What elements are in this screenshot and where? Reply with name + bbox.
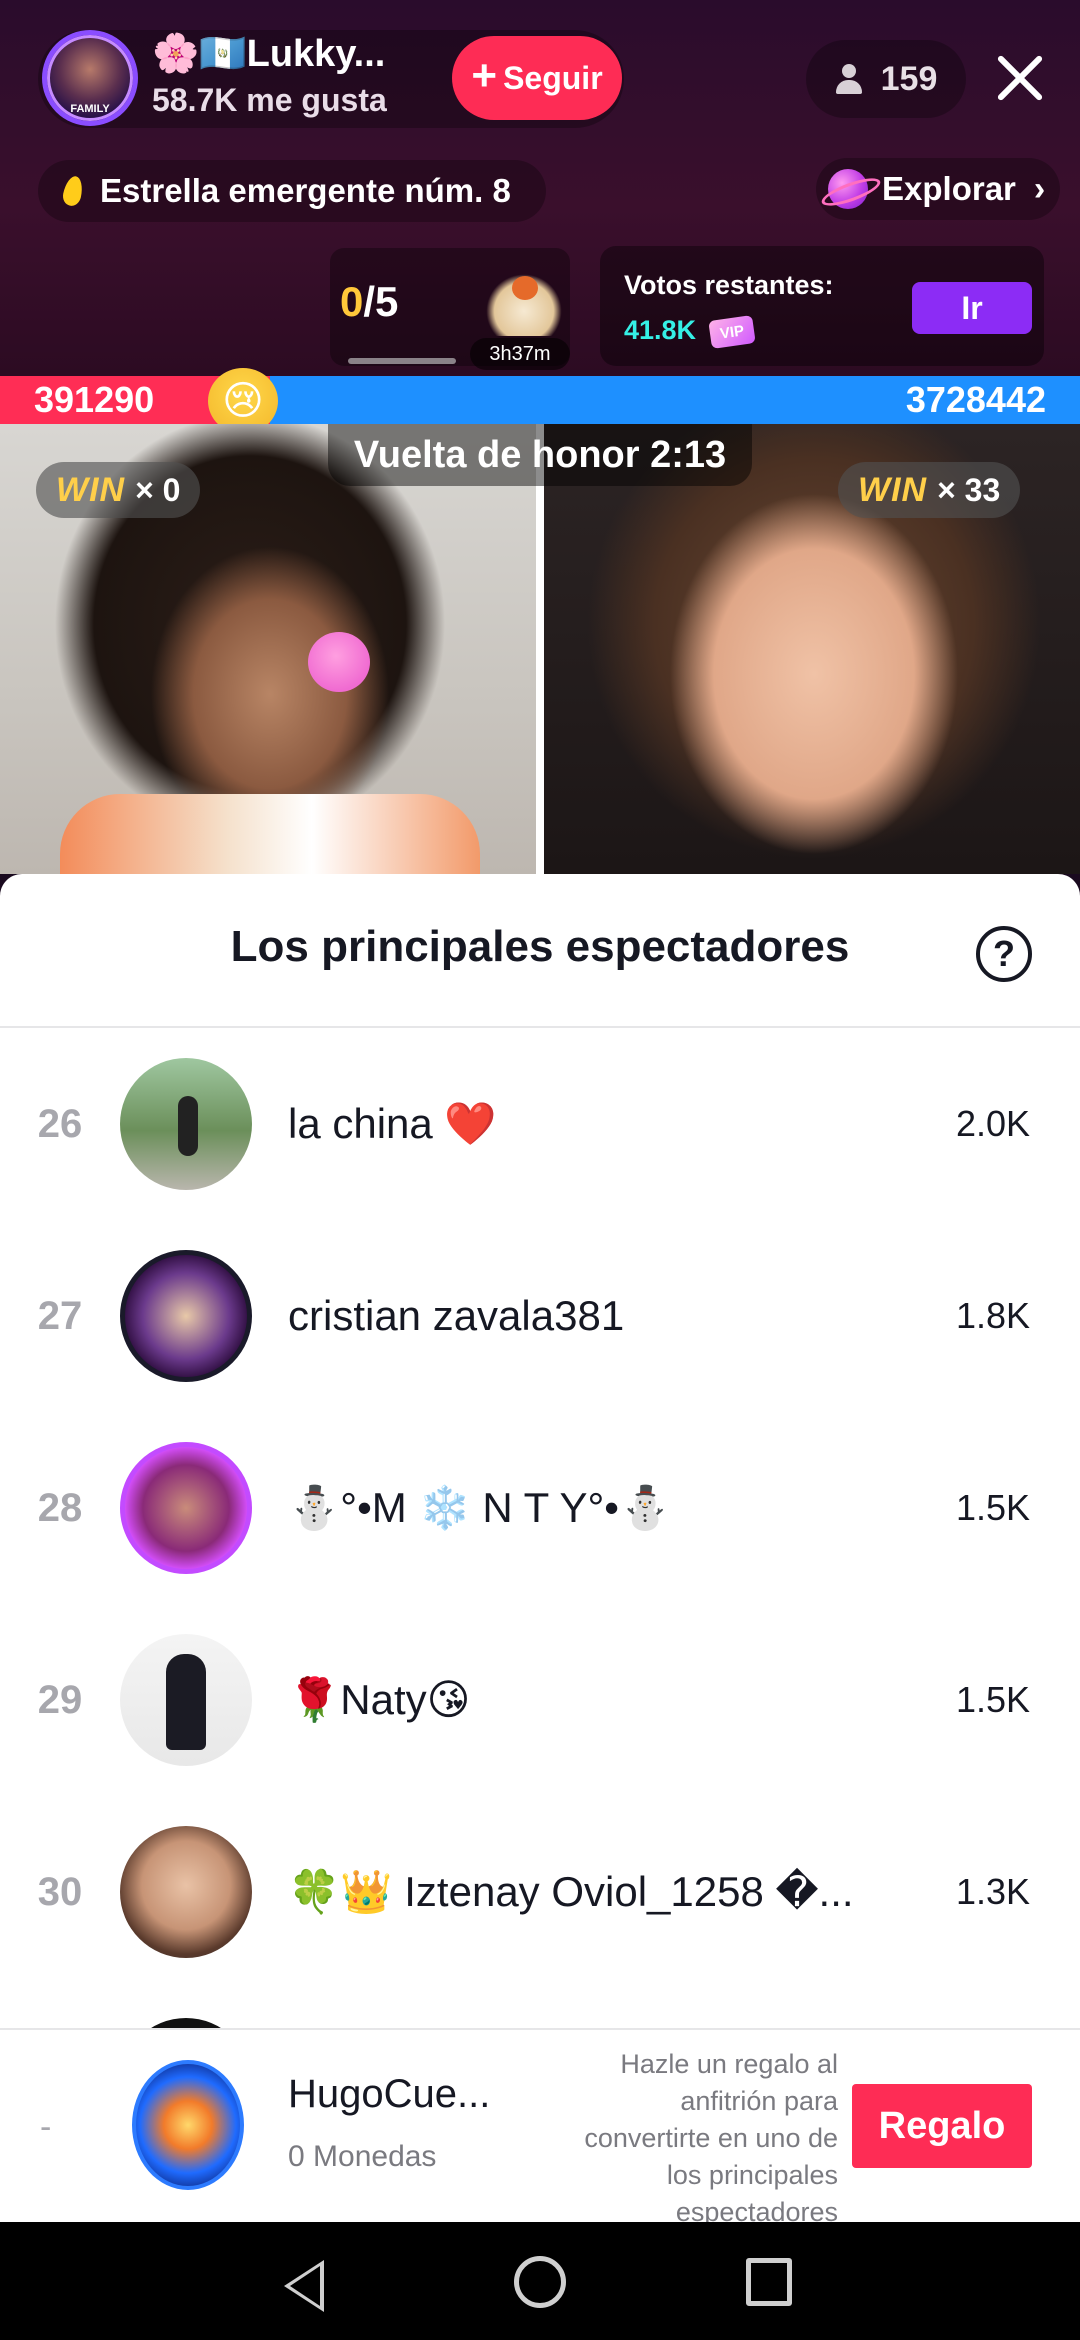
my-avatar[interactable]	[132, 2060, 244, 2190]
chevron-right-icon: ›	[1033, 169, 1046, 208]
host-avatar-label: FAMILY	[70, 103, 110, 115]
back-icon-inner	[290, 2266, 320, 2306]
viewer-rank: 27	[37, 1293, 83, 1338]
viewer-count-pill[interactable]: 159	[806, 40, 966, 118]
viewer-row[interactable]: 26 la china ❤️ 2.0K	[0, 1028, 1080, 1220]
viewer-avatar[interactable]	[120, 1250, 252, 1382]
viewer-score: 1.3K	[955, 1871, 1030, 1912]
cake-gift-icon	[486, 274, 562, 336]
votes-label: Votos restantes:	[624, 270, 834, 300]
viewer-rank: 29	[37, 1677, 83, 1722]
help-icon[interactable]: ?	[976, 926, 1032, 982]
explore-label: Explorar	[882, 170, 1016, 207]
host-avatar[interactable]: FAMILY	[42, 30, 138, 126]
viewer-rank: 30	[37, 1869, 83, 1914]
planet-icon	[828, 169, 868, 209]
right-win-count: × 33	[937, 471, 1001, 508]
recent-apps-icon[interactable]	[746, 2258, 792, 2306]
viewer-row[interactable]: 27 cristian zavala381 1.8K	[0, 1220, 1080, 1412]
go-button[interactable]: Ir	[912, 282, 1032, 334]
viewer-row[interactable]: 29 🌹Naty😘 1.5K	[0, 1604, 1080, 1796]
explore-button[interactable]: Explorar ›	[816, 158, 1060, 220]
goal-count: 0/5	[340, 278, 398, 326]
goal-total: /5	[363, 278, 399, 325]
person-icon	[835, 64, 863, 94]
right-score: 3728442	[905, 379, 1046, 420]
viewer-score: 1.5K	[955, 1679, 1030, 1720]
viewer-name: la china ❤️	[288, 1099, 497, 1147]
right-win-text: WIN	[858, 470, 928, 509]
gift-hint-text: Hazle un regalo al anfitrión para conver…	[584, 2049, 838, 2222]
heart-sticker-icon	[308, 632, 370, 692]
flame-icon	[61, 174, 85, 208]
follow-button[interactable]: + Seguir	[452, 36, 622, 120]
votes-value: 41.8K	[624, 315, 697, 345]
host-name[interactable]: 🌸🇬🇹Lukky...	[152, 32, 385, 76]
my-rank: -	[40, 2107, 52, 2146]
sheet-title: Los principales espectadores	[230, 922, 850, 971]
right-win-badge: WIN × 33	[838, 462, 1021, 518]
viewer-rank: 28	[37, 1485, 83, 1530]
viewer-name: cristian zavala381	[288, 1292, 625, 1339]
video-left-clothing	[60, 794, 480, 874]
host-likes: 58.7K me gusta	[152, 82, 387, 118]
goal-timer: 3h37m	[470, 338, 570, 370]
close-icon[interactable]	[990, 48, 1050, 108]
goal-current: 0	[340, 278, 364, 325]
viewer-count: 159	[880, 59, 938, 98]
follow-label: Seguir	[503, 59, 603, 96]
left-score: 391290	[34, 379, 155, 420]
viewer-avatar[interactable]	[120, 1442, 252, 1574]
viewer-row[interactable]: 30 🍀👑 Iztenay Oviol_1258 �... 1.3K	[0, 1796, 1080, 1988]
viewer-name: 🌹Naty😘	[288, 1676, 471, 1723]
viewer-score: 1.8K	[955, 1295, 1030, 1336]
top-viewers-sheet: Los principales espectadores ? 26 la chi…	[0, 874, 1080, 2222]
viewer-avatar[interactable]	[120, 1826, 252, 1958]
viewer-avatar[interactable]	[120, 1634, 252, 1766]
plus-icon: +	[471, 51, 498, 100]
star-ranking-label: Estrella emergente núm. 8	[100, 172, 511, 209]
left-win-text: WIN	[56, 470, 126, 509]
goal-progress-bar	[348, 358, 456, 364]
viewer-score: 1.5K	[955, 1487, 1030, 1528]
my-coins: 0 Monedas	[288, 2140, 437, 2173]
viewer-name: 🍀👑 Iztenay Oviol_1258 �...	[288, 1868, 854, 1915]
viewer-name: ⛄°•M ❄️ N T Y°•⛄	[288, 1483, 672, 1531]
star-ranking-pill[interactable]: Estrella emergente núm. 8	[38, 160, 546, 222]
left-win-count: × 0	[135, 471, 181, 508]
home-icon[interactable]	[514, 2256, 566, 2308]
viewer-rank: 26	[37, 1101, 83, 1146]
viewer-score: 2.0K	[955, 1103, 1030, 1144]
video-divider	[536, 424, 544, 874]
viewer-avatar[interactable]	[120, 1058, 252, 1190]
gift-button[interactable]: Regalo	[852, 2084, 1032, 2168]
viewer-row[interactable]: 28 ⛄°•M ❄️ N T Y°•⛄ 1.5K	[0, 1412, 1080, 1604]
left-win-badge: WIN × 0	[36, 462, 201, 518]
victory-lap-timer: Vuelta de honor 2:13	[328, 424, 752, 486]
my-name: HugoCue...	[288, 2072, 491, 2116]
my-rank-bar: - HugoCue... 0 Monedas Hazle un regalo a…	[0, 2028, 1080, 2222]
